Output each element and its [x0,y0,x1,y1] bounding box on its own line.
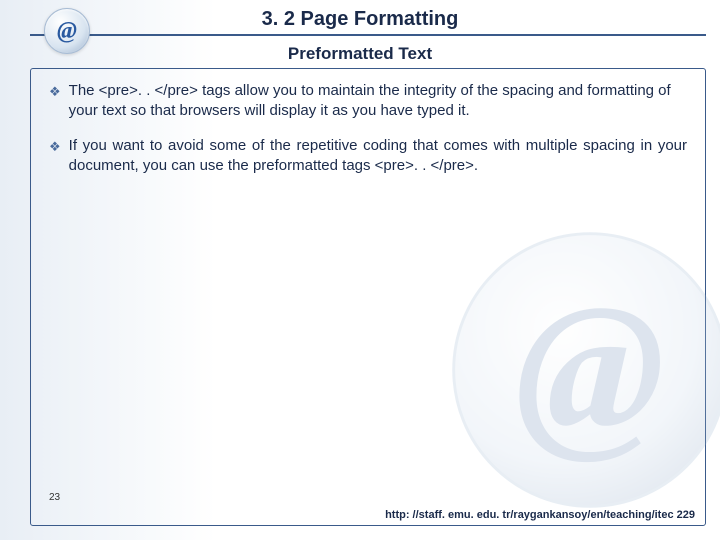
svg-text:@: @ [515,268,665,467]
background-at-icon: @ [445,225,720,515]
page-title: 3. 2 Page Formatting [262,8,459,31]
slide: 3. 2 Page Formatting @ Preformatted Text… [0,0,720,540]
page-number: 23 [49,492,60,503]
subtitle: Preformatted Text [0,44,720,64]
at-sign-glyph: @ [57,18,77,45]
title-bar: 3. 2 Page Formatting [4,4,716,34]
content-frame: ❖ The <pre>. . </pre> tags allow you to … [30,68,706,526]
bullet-icon: ❖ [49,136,61,156]
list-item: ❖ If you want to avoid some of the repet… [49,136,687,177]
at-sign-icon: @ [44,8,90,54]
bullet-text: The <pre>. . </pre> tags allow you to ma… [69,81,687,122]
bullet-icon: ❖ [49,81,61,101]
title-underline [30,34,706,36]
footer-url: http: //staff. emu. edu. tr/raygankansoy… [31,509,695,521]
list-item: ❖ The <pre>. . </pre> tags allow you to … [49,81,687,122]
bullet-text: If you want to avoid some of the repetit… [69,136,687,177]
